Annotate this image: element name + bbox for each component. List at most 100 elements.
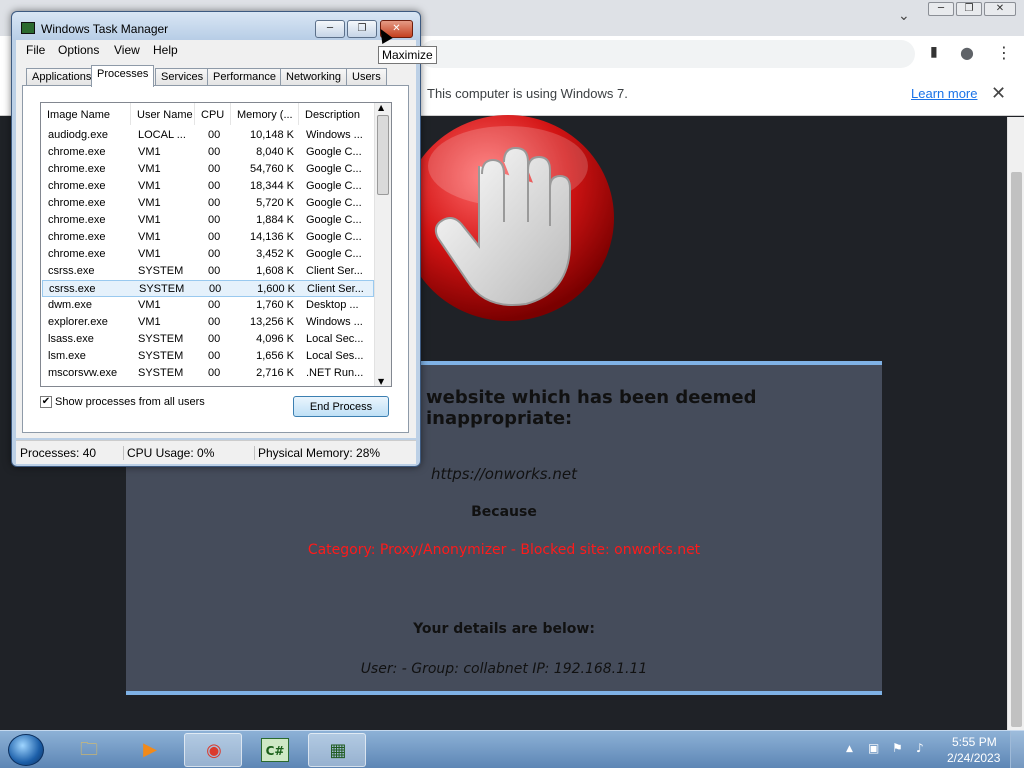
status-bar: Processes: 40 CPU Usage: 0% Physical Mem… [16, 440, 416, 464]
task-manager-body: Applications Processes Services Performa… [16, 60, 416, 438]
cell-cpu: 00 [208, 265, 221, 277]
side-panel-icon[interactable]: ▮ [930, 44, 938, 60]
cell-user-name: SYSTEM [138, 367, 184, 379]
chrome-menu-icon[interactable]: ⋮ [996, 43, 1012, 62]
tab-networking[interactable]: Networking [280, 68, 348, 86]
process-row[interactable]: chrome.exe VM1 00 3,452 K Google C... [42, 246, 374, 263]
cell-image-name: chrome.exe [48, 231, 106, 243]
cell-memory: 1,600 K [257, 283, 295, 295]
browser-close-button[interactable]: ✕ [984, 2, 1016, 16]
process-row[interactable]: audiodg.exe LOCAL ... 00 10,148 K Windows ..… [42, 127, 374, 144]
process-row[interactable]: explorer.exe VM1 00 13,256 K Windows ... [42, 314, 374, 331]
show-hidden-icons-icon[interactable]: ▲ [846, 744, 853, 754]
menu-options[interactable]: Options [58, 43, 99, 57]
maximize-button[interactable]: ❐ [347, 20, 377, 38]
tab-services[interactable]: Services [155, 68, 210, 86]
process-row[interactable]: chrome.exe VM1 00 54,760 K Google C... [42, 161, 374, 178]
col-cpu[interactable]: CPU [195, 103, 231, 125]
cell-user-name: VM1 [138, 231, 161, 243]
end-process-button[interactable]: End Process [293, 396, 389, 417]
page-scrollbar[interactable] [1007, 117, 1024, 730]
process-row[interactable]: mscorsvw.exe SYSTEM 00 2,716 K .NET Run... [42, 365, 374, 382]
task-manager-titlebar[interactable]: Windows Task Manager ─ ❐ ✕ [12, 12, 420, 40]
cell-cpu: 00 [208, 231, 221, 243]
cell-image-name: explorer.exe [48, 316, 108, 328]
details-title: Your details are below: [413, 621, 595, 637]
cell-description: Google C... [306, 214, 362, 226]
cell-cpu: 00 [208, 214, 221, 226]
process-row[interactable]: lsass.exe SYSTEM 00 4,096 K Local Sec... [42, 331, 374, 348]
menu-view[interactable]: View [114, 43, 140, 57]
cell-image-name: chrome.exe [48, 248, 106, 260]
cell-cpu: 00 [208, 197, 221, 209]
scroll-up-icon[interactable]: ▲ [378, 103, 384, 112]
volume-icon[interactable]: ♪ [916, 741, 924, 755]
process-row[interactable]: chrome.exe VM1 00 14,136 K Google C... [42, 229, 374, 246]
status-memory: Physical Memory: 28% [258, 446, 381, 460]
col-user-name[interactable]: User Name [131, 103, 195, 125]
learn-more-link[interactable]: Learn more [911, 86, 977, 101]
task-manager-icon [21, 22, 35, 34]
process-list-scroll-thumb[interactable] [377, 115, 389, 195]
cell-memory: 18,344 K [249, 180, 294, 192]
clock-date[interactable]: 2/24/2023 [947, 751, 1000, 765]
cell-image-name: chrome.exe [48, 214, 106, 226]
taskbar-explorer[interactable]: 🗀 [60, 733, 118, 767]
cell-user-name: LOCAL ... [138, 129, 186, 141]
network-icon[interactable]: ▣ [868, 741, 879, 755]
profile-icon[interactable]: ● [960, 43, 974, 62]
tab-applications[interactable]: Applications [26, 68, 98, 86]
show-desktop-button[interactable] [1010, 731, 1024, 768]
clock-time[interactable]: 5:55 PM [952, 735, 997, 749]
process-row[interactable]: dwm.exe VM1 00 1,760 K Desktop ... [42, 297, 374, 314]
col-image-name[interactable]: Image Name [41, 103, 131, 125]
taskbar-media-player[interactable]: ▶ [121, 733, 179, 767]
browser-minimize-button[interactable]: ─ [928, 2, 954, 16]
process-list-scrollbar[interactable]: ▲ ▼ [374, 103, 391, 386]
process-list[interactable]: Image Name User Name CPU Memory (... Des… [40, 102, 392, 387]
cell-memory: 4,096 K [256, 333, 294, 345]
cell-description: Google C... [306, 197, 362, 209]
tab-search-icon[interactable]: ⌄ [898, 8, 910, 24]
address-bar[interactable] [420, 40, 915, 68]
cell-memory: 1,608 K [256, 265, 294, 277]
process-row[interactable]: chrome.exe VM1 00 1,884 K Google C... [42, 212, 374, 229]
process-row[interactable]: csrss.exe SYSTEM 00 1,608 K Client Ser... [42, 263, 374, 280]
browser-restore-button[interactable]: ❐ [956, 2, 982, 16]
cell-cpu: 00 [208, 299, 221, 311]
action-center-flag-icon[interactable]: ⚑ [892, 741, 903, 755]
infobar-message: This computer is using Windows 7. [427, 86, 628, 101]
start-button[interactable] [8, 734, 44, 766]
minimize-button[interactable]: ─ [315, 20, 345, 38]
infobar-close-icon[interactable]: ✕ [991, 83, 1006, 104]
blocked-url: https://onworks.net [431, 465, 577, 483]
col-memory[interactable]: Memory (... [231, 103, 299, 125]
system-tray: ▲ ▣ ⚑ ♪ 5:55 PM 2/24/2023 [842, 731, 1024, 768]
cell-image-name: chrome.exe [48, 163, 106, 175]
taskbar-task-manager[interactable]: ▦ [308, 733, 366, 767]
checkbox-icon[interactable]: ✔ [40, 396, 52, 409]
cell-memory: 1,884 K [256, 214, 294, 226]
page-scrollbar-thumb[interactable] [1011, 172, 1022, 727]
process-row[interactable]: csrss.exe SYSTEM 00 1,600 K Client Ser... [42, 280, 374, 297]
process-row[interactable]: chrome.exe VM1 00 8,040 K Google C... [42, 144, 374, 161]
show-all-users-checkbox[interactable]: ✔ Show processes from all users [40, 396, 205, 409]
cell-image-name: lsass.exe [48, 333, 94, 345]
taskbar: 🗀 ▶ ◉ C# ▦ ▲ ▣ ⚑ ♪ 5:55 PM 2/24/2023 [0, 730, 1024, 768]
cell-description: Client Ser... [306, 265, 363, 277]
tab-performance[interactable]: Performance [207, 68, 282, 86]
tab-processes[interactable]: Processes [91, 65, 155, 87]
taskbar-csharp[interactable]: C# [246, 733, 304, 767]
menu-file[interactable]: File [26, 43, 45, 57]
cell-description: Windows ... [306, 316, 363, 328]
cell-image-name: audiodg.exe [48, 129, 108, 141]
stop-hand-icon [402, 115, 614, 321]
process-row[interactable]: chrome.exe VM1 00 18,344 K Google C... [42, 178, 374, 195]
scroll-down-icon[interactable]: ▼ [378, 377, 384, 386]
process-row[interactable]: chrome.exe VM1 00 5,720 K Google C... [42, 195, 374, 212]
col-description[interactable]: Description [299, 103, 375, 125]
menu-help[interactable]: Help [153, 43, 178, 57]
tab-users[interactable]: Users [346, 68, 387, 86]
process-row[interactable]: lsm.exe SYSTEM 00 1,656 K Local Ses... [42, 348, 374, 365]
taskbar-chrome[interactable]: ◉ [184, 733, 242, 767]
